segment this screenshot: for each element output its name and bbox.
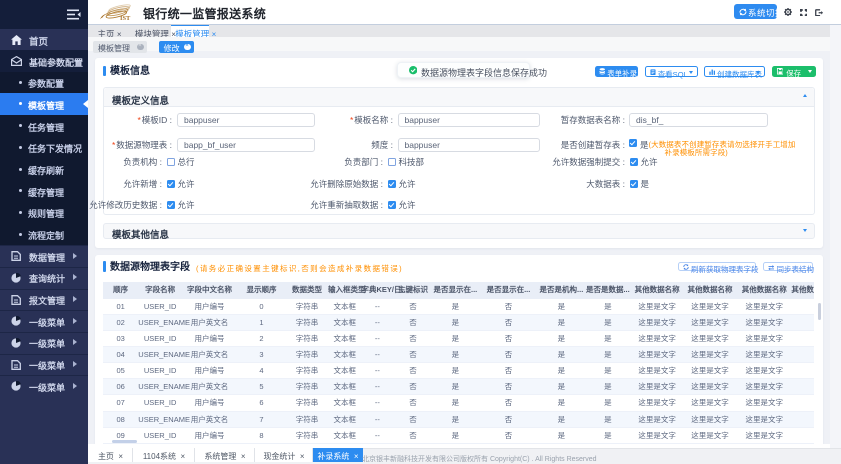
svg-text:IST: IST	[120, 15, 131, 22]
